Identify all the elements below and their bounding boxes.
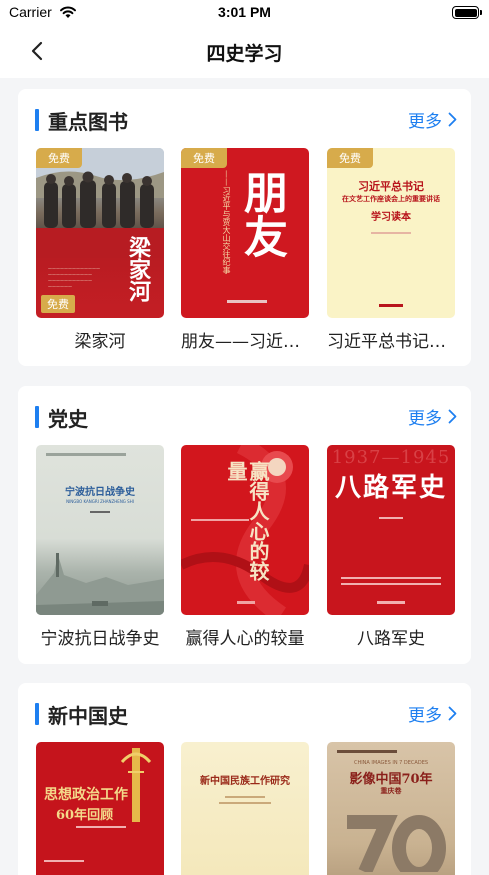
book-cover: 宁波抗日战争史 NINGBO KANGRI ZHANZHENG SHI <box>36 445 164 615</box>
cover-blurb <box>341 577 441 579</box>
cover-series-label <box>337 750 397 753</box>
section-accent-bar <box>35 703 39 725</box>
more-button[interactable]: 更多 <box>408 107 457 132</box>
clock: 3:01 PM <box>218 4 271 20</box>
book-card[interactable]: 赢得人心的较量 赢得人心的较量 <box>181 445 309 649</box>
cover-quote-text: ————————————— ——————————— ——————————— —————… <box>48 266 100 289</box>
cover-pinyin: NINGBO KANGRI ZHANZHENG SHI <box>66 499 134 504</box>
section-accent-bar <box>35 406 39 428</box>
cover-title: 宁波抗日战争史 <box>65 487 135 498</box>
free-badge: 免费 <box>327 148 373 168</box>
cover-author <box>371 232 411 234</box>
book-cover: 思想政治工作 60年回顾 <box>36 742 164 875</box>
cover-series-label <box>46 453 126 456</box>
book-card[interactable]: 习近平总书记 在文艺工作座谈会上的重要讲话 学习读本 免费 习近平总书记在文艺工… <box>327 148 455 352</box>
section-title: 党史 <box>48 407 88 431</box>
book-cover: 赢得人心的较量 <box>181 445 309 615</box>
section-header: 重点图书 更多 <box>18 89 471 149</box>
book-cover: 新中国民族工作研究 <box>181 742 309 875</box>
cover-author <box>90 511 110 513</box>
book-card[interactable]: 朋友 ——习近平与贾大山交往纪事 免费 朋友——习近平与贾大山交往纪事 <box>181 148 309 352</box>
cover-subtitle <box>191 519 249 521</box>
section-title: 新中国史 <box>48 704 128 728</box>
book-title: 朋友——习近平与贾大山交往纪事 <box>181 332 309 352</box>
book-card[interactable]: 1937—1945 八路军史 八路军史 <box>327 445 455 649</box>
nav-bar: 四史学习 <box>0 26 489 78</box>
section-header: 党史 更多 <box>18 386 471 446</box>
book-cover: CHINA IMAGES IN 7 DECADES 影像中国70年 重庆卷 <box>327 742 455 875</box>
book-row: 宁波抗日战争史 NINGBO KANGRI ZHANZHENG SHI 宁波抗日… <box>36 445 456 665</box>
cover-title: 影像中国70年 <box>349 772 433 787</box>
book-title: 宁波抗日战争史 <box>40 629 160 649</box>
cover-publisher <box>377 601 405 604</box>
section-party-history: 党史 更多 宁波抗日战争史 NINGBO KANGRI ZHANZHENG SH… <box>18 386 471 664</box>
cover-number-illustration <box>347 815 446 872</box>
cover-title-line: 思想政治工作 <box>44 787 128 803</box>
more-button[interactable]: 更多 <box>408 701 457 726</box>
cover-subtitle: 重庆卷 <box>380 787 402 795</box>
cover-author <box>225 796 265 798</box>
chevron-right-icon <box>448 409 457 424</box>
cover-title: 朋友 <box>236 170 287 258</box>
more-button[interactable]: 更多 <box>408 404 457 429</box>
cover-en-title: CHINA IMAGES IN 7 DECADES <box>353 760 429 766</box>
cover-year: 1937—1945 <box>331 447 451 468</box>
cover-title-line: 学习读本 <box>371 212 411 223</box>
cover-title-line: 60年回顾 <box>56 808 114 823</box>
book-row: 思想政治工作 60年回顾 新中国民族工作研究 CHINA IMAGES IN 7… <box>36 742 456 875</box>
battery-icon <box>452 6 482 19</box>
cover-publisher <box>237 601 255 604</box>
book-title: 赢得人心的较量 <box>185 629 305 649</box>
cover-publisher <box>379 304 403 307</box>
book-title: 梁家河 <box>74 332 126 352</box>
book-cover: 1937—1945 八路军史 <box>327 445 455 615</box>
cover-blurb <box>341 583 441 585</box>
section-featured-books: 重点图书 更多 ————————————— ——————————— ——————… <box>18 89 471 366</box>
section-accent-bar <box>35 109 39 131</box>
page-title: 四史学习 <box>206 43 283 65</box>
free-badge-bottom: 免费 <box>41 295 75 313</box>
section-title: 重点图书 <box>48 110 128 134</box>
status-bar: Carrier 3:01 PM <box>0 0 489 26</box>
more-label: 更多 <box>408 706 442 726</box>
cover-author <box>219 802 271 804</box>
book-cover: ————————————— ——————————— ——————————— —————… <box>36 148 164 318</box>
free-badge: 免费 <box>181 148 227 168</box>
book-card[interactable]: 新中国民族工作研究 <box>181 742 309 875</box>
cover-blurb <box>44 860 84 862</box>
chevron-right-icon <box>448 706 457 721</box>
cover-title-line: 在文艺工作座谈会上的重要讲话 <box>342 194 440 203</box>
cover-title: 新中国民族工作研究 <box>200 776 290 787</box>
chevron-right-icon <box>448 112 457 127</box>
section-prc-history: 新中国史 更多 思想政治工作 60年回顾 新中国民族工作研究 CHINA IMA… <box>18 683 471 875</box>
cover-author <box>379 517 403 519</box>
book-title: 习近平总书记在文艺工作座谈会上的重要讲话学习读本 <box>327 332 455 352</box>
book-cover: 朋友 ——习近平与贾大山交往纪事 免费 <box>181 148 309 318</box>
book-title: 八路军史 <box>357 629 425 649</box>
book-card[interactable]: 思想政治工作 60年回顾 <box>36 742 164 875</box>
free-badge: 免费 <box>36 148 82 168</box>
cover-title: 八路军史 <box>334 473 447 503</box>
cover-subtitle: ——习近平与贾大山交往纪事 <box>222 170 231 274</box>
cover-publisher <box>227 300 267 303</box>
cover-title: 梁家河 <box>125 236 151 302</box>
book-row: ————————————— ——————————— ——————————— —————… <box>36 148 456 368</box>
section-header: 新中国史 更多 <box>18 683 471 743</box>
book-card[interactable]: 宁波抗日战争史 NINGBO KANGRI ZHANZHENG SHI 宁波抗日… <box>36 445 164 649</box>
book-card[interactable]: ————————————— ——————————— ——————————— —————… <box>36 148 164 352</box>
more-label: 更多 <box>408 409 442 429</box>
cover-title-line: 习近平总书记 <box>358 180 424 193</box>
cover-title: 赢得人心的较量 <box>224 461 270 581</box>
more-label: 更多 <box>408 112 442 132</box>
cover-author <box>76 826 126 828</box>
book-card[interactable]: CHINA IMAGES IN 7 DECADES 影像中国70年 重庆卷 <box>327 742 455 875</box>
cover-publisher <box>92 601 108 606</box>
book-cover: 习近平总书记 在文艺工作座谈会上的重要讲话 学习读本 免费 <box>327 148 455 318</box>
